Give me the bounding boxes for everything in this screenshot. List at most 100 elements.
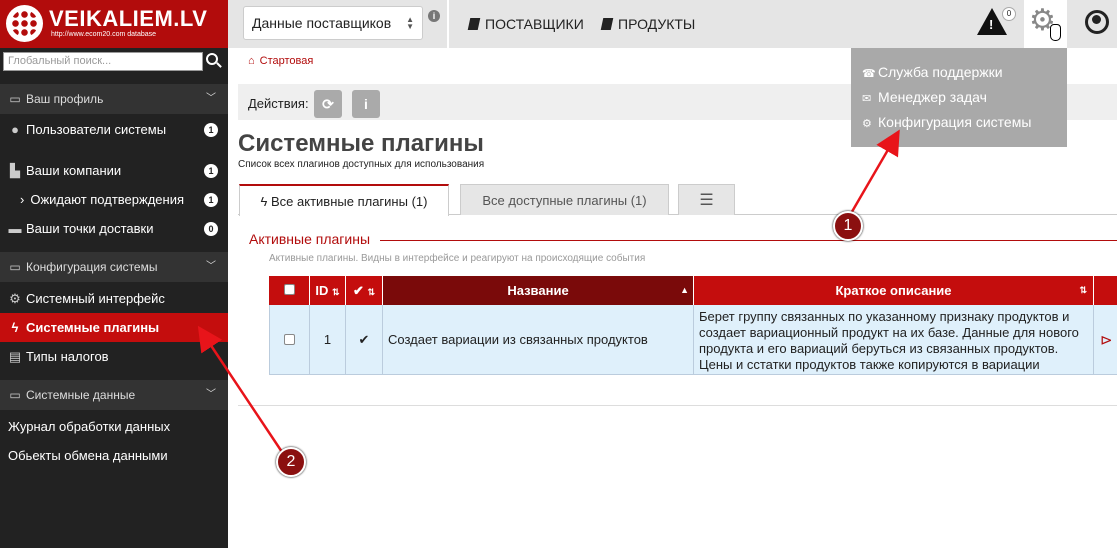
chevron-down-icon: ﹀ — [206, 93, 216, 104]
user-circle-icon: ● — [11, 122, 19, 137]
sidebar-item-companies[interactable]: ▙ Ваши компании 1 — [0, 156, 228, 185]
callout-2: 2 — [276, 447, 306, 477]
menu-item-task-manager[interactable]: ✉ Менеджер задач — [862, 89, 987, 105]
row-name: Создает вариации из связанных продуктов — [383, 305, 694, 375]
sidebar-section-label: Конфигурация системы — [26, 260, 158, 274]
sort-icon: ⇅ — [367, 287, 376, 297]
logo[interactable]: VEIKALIEM.LV http://www.ecom20.com datab… — [0, 0, 228, 48]
cogs-icon: ⚙ — [862, 118, 872, 130]
folder-icon: ▭ — [9, 388, 21, 402]
sidebar-section-config[interactable]: ▭ Конфигурация системы ﹀ — [0, 252, 228, 282]
refresh-button[interactable]: ⟳ — [314, 90, 342, 118]
column-id[interactable]: ID ⇅ — [310, 276, 346, 305]
search-icon[interactable] — [206, 53, 218, 65]
row-checkbox[interactable] — [269, 305, 310, 375]
count-badge: 0 — [204, 222, 218, 236]
chevron-down-icon: ﹀ — [206, 261, 216, 272]
archive-icon: ▤ — [8, 349, 22, 364]
info-icon[interactable]: i — [428, 10, 440, 22]
cogs-icon: ⚙ — [9, 291, 21, 306]
tab-available-plugins[interactable]: Все доступные плагины (1) — [460, 184, 669, 215]
column-desc-label: Краткое описание — [835, 283, 952, 298]
menu-item-system-config[interactable]: ⚙ Конфигурация системы — [862, 114, 1031, 130]
global-search-input[interactable]: Глобальный поиск... — [3, 52, 203, 71]
sidebar-section-data[interactable]: ▭ Системные данные ﹀ — [0, 380, 228, 410]
comments-icon: ✉ — [862, 93, 872, 105]
column-id-label: ID — [315, 283, 329, 298]
sidebar-item-label: Ваши точки доставки — [26, 221, 154, 236]
select-all-checkbox[interactable] — [269, 276, 310, 305]
column-desc[interactable]: Краткое описание ⇅ — [694, 276, 1094, 305]
tab-label: Все доступные плагины (1) — [482, 193, 647, 208]
data-source-select[interactable]: Данные поставщиков ▲ ▼ — [243, 6, 423, 40]
refresh-icon: ⟳ — [322, 96, 334, 112]
industry-icon: ▙ — [10, 163, 20, 178]
user-icon[interactable] — [1085, 10, 1109, 34]
data-source-select-value: Данные поставщиков — [252, 15, 392, 31]
chevron-right-icon: › — [20, 192, 25, 207]
logo-mark-icon — [6, 5, 43, 42]
column-name-label: Название — [507, 283, 569, 298]
play-icon[interactable]: ⊳ — [1094, 305, 1117, 375]
menu-item-label: Служба поддержки — [878, 64, 1003, 80]
sidebar-item-log[interactable]: Журнал обработки данных — [0, 412, 228, 441]
tab-label: Все активные плагины (1) — [271, 194, 428, 209]
sidebar-item-label: Системный интерфейс — [26, 291, 165, 306]
count-badge: 1 — [204, 123, 218, 137]
logo-subtitle: http://www.ecom20.com database — [51, 31, 157, 38]
info-button[interactable]: i — [352, 90, 380, 118]
sidebar-item-exchange[interactable]: Обьекты обмена данными — [0, 441, 228, 470]
menu-item-label: Менеджер задач — [878, 89, 987, 105]
sidebar-section-label: Системные данные — [26, 388, 136, 402]
sidebar: Глобальный поиск... ▭ Ваш профиль ﹀ ● Польз… — [0, 48, 228, 548]
nav-products[interactable]: ПРОДУКТЫ — [600, 16, 695, 32]
tab-menu[interactable]: ☰ — [678, 184, 735, 215]
section-rule — [380, 240, 1117, 241]
sidebar-section-profile[interactable]: ▭ Ваш профиль ﹀ — [0, 84, 228, 114]
sort-icon: ⇅ — [1079, 285, 1087, 295]
count-badge: 1 — [204, 193, 218, 207]
sidebar-item-label: Журнал обработки данных — [8, 419, 171, 434]
annotation-arrow-1 — [844, 129, 900, 223]
sidebar-item-users[interactable]: ● Пользователи системы 1 — [0, 115, 228, 144]
nav-suppliers-label: ПОСТАВЩИКИ — [485, 16, 584, 32]
folder-icon: ▭ — [9, 92, 21, 106]
sidebar-item-taxes[interactable]: ▤ Типы налогов — [0, 342, 228, 371]
tab-active-plugins[interactable]: ϟ Все активные плагины (1) — [239, 184, 449, 216]
row-id: 1 — [310, 305, 346, 375]
sidebar-item-label: Пользователи системы — [26, 122, 167, 137]
sidebar-item-plugins[interactable]: ϟ Системные плагины — [0, 313, 228, 342]
menu-item-support[interactable]: ☎ Служба поддержки — [862, 64, 1003, 80]
section-title: Активные плагины — [249, 231, 371, 247]
bolt-icon: ϟ — [260, 194, 272, 209]
select-arrows-icon: ▲ ▼ — [406, 15, 414, 31]
checkbox-icon — [283, 284, 295, 295]
content-bottom-rule — [238, 405, 1117, 406]
page-subtitle: Список всех плагинов доступных для испол… — [238, 159, 485, 170]
nav-suppliers[interactable]: ПОСТАВЩИКИ — [467, 16, 584, 32]
page-title: Системные плагины — [238, 130, 484, 157]
top-bar: VEIKALIEM.LV http://www.ecom20.com datab… — [0, 0, 1117, 48]
section-subtitle: Активные плагины. Видны в интерфейсе и р… — [269, 253, 646, 264]
phone-icon: ☎ — [862, 68, 876, 80]
book-icon — [467, 18, 481, 30]
book-icon — [600, 18, 614, 30]
folder-icon: ▭ — [9, 260, 21, 274]
sidebar-item-pending[interactable]: › Ожидают подтверждения 1 — [0, 185, 228, 214]
sidebar-item-delivery[interactable]: ▬ Ваши точки доставки 0 — [0, 214, 228, 243]
sort-icon: ⇅ — [332, 287, 340, 297]
menu-item-label: Конфигурация системы — [878, 114, 1032, 130]
sidebar-item-interface[interactable]: ⚙ Системный интерфейс — [0, 284, 228, 313]
sidebar-item-label: Ваши компании — [26, 163, 122, 178]
sort-asc-icon: ▲ — [680, 285, 689, 295]
bolt-icon: ϟ — [11, 320, 19, 335]
truck-icon: ▬ — [8, 221, 22, 236]
settings-dropdown: ☎ Служба поддержки ✉ Менеджер задач ⚙ Конфи… — [851, 48, 1067, 147]
column-active[interactable]: ✔ ⇅ — [346, 276, 383, 305]
chevron-down-icon: ﹀ — [206, 389, 216, 400]
breadcrumb[interactable]: ⌂ Стартовая — [248, 55, 313, 67]
checkbox-icon — [284, 334, 295, 345]
column-actions — [1094, 276, 1117, 305]
home-icon: ⌂ — [248, 55, 255, 67]
column-name[interactable]: Название ▲ — [383, 276, 694, 305]
